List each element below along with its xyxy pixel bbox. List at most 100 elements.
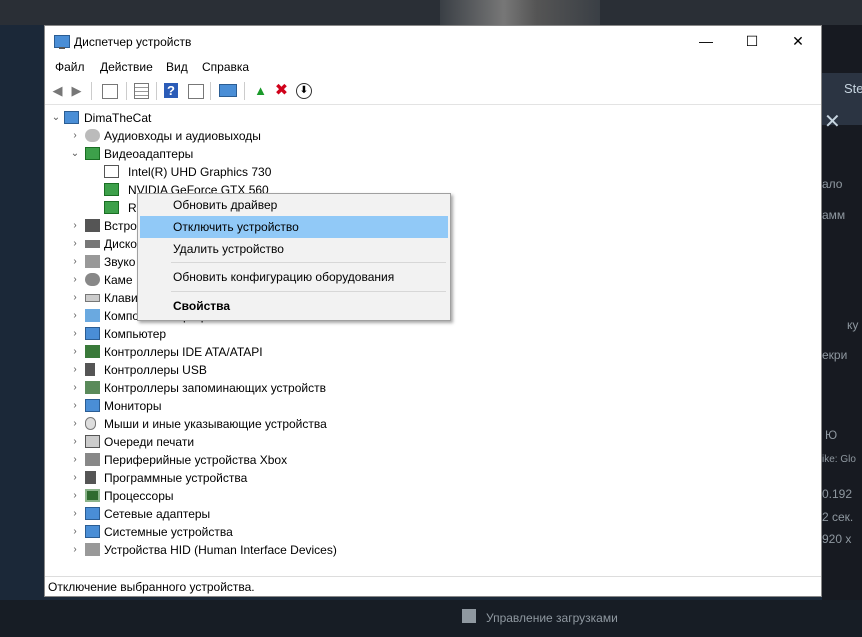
background-app-topbar [0, 0, 862, 25]
chevron-right-icon[interactable]: › [70, 397, 80, 415]
tree-category-label: Контроллеры запоминающих устройств [104, 381, 326, 395]
ide-controller-icon [85, 345, 100, 358]
tree-device-label: Intel(R) UHD Graphics 730 [128, 165, 272, 179]
menu-item-disable-device[interactable]: Отключить устройство [140, 216, 448, 238]
chevron-right-icon[interactable]: › [70, 523, 80, 541]
printer-icon [85, 435, 100, 448]
chevron-right-icon[interactable]: › [70, 469, 80, 487]
tree-category-label: Видеоадаптеры [104, 147, 194, 161]
list-icon[interactable] [134, 83, 149, 99]
chevron-right-icon[interactable]: › [70, 307, 80, 325]
firmware-icon [85, 219, 100, 232]
forward-icon[interactable]: ▶ [68, 82, 85, 99]
chevron-right-icon[interactable]: › [70, 433, 80, 451]
display-adapter-disabled-icon [104, 165, 119, 178]
chevron-right-icon[interactable]: › [70, 289, 80, 307]
tree-root-label: DimaTheCat [84, 111, 152, 125]
chevron-right-icon[interactable]: › [70, 487, 80, 505]
title-bar[interactable]: Диспетчер устройств — ☐ ✕ [45, 26, 821, 57]
status-bar: Отключение выбранного устройства. [45, 576, 821, 597]
network-adapter-icon [85, 507, 100, 520]
chevron-right-icon[interactable]: › [70, 271, 80, 289]
minimize-button[interactable]: — [683, 26, 729, 57]
menu-item-scan-hardware[interactable]: Обновить конфигурацию оборудования [140, 266, 448, 288]
chevron-right-icon[interactable]: › [70, 451, 80, 469]
background-text: екри [822, 348, 848, 362]
menu-file[interactable]: Файл [55, 60, 85, 74]
chevron-right-icon[interactable]: › [70, 127, 80, 145]
chevron-right-icon[interactable]: › [70, 343, 80, 361]
update-driver-icon[interactable]: ▲ [252, 82, 269, 99]
chevron-down-icon[interactable]: ⌄ [51, 109, 61, 127]
download-icon[interactable] [462, 609, 476, 623]
background-text: ike: Glo [822, 454, 856, 465]
back-icon[interactable]: ◀ [49, 82, 66, 99]
chevron-right-icon[interactable]: › [70, 253, 80, 271]
background-text: ало [822, 177, 843, 191]
tree-category-label: Звуко [104, 255, 136, 269]
audio-icon [85, 129, 100, 142]
chevron-right-icon[interactable]: › [70, 541, 80, 559]
menu-separator [171, 262, 446, 263]
tree-category-label: Устройства HID (Human Interface Devices) [104, 543, 337, 557]
computer-icon [64, 111, 79, 124]
downloads-link[interactable]: Управление загрузками [486, 611, 618, 625]
chevron-right-icon[interactable]: › [70, 235, 80, 253]
menu-separator [171, 291, 446, 292]
menu-view[interactable]: Вид [166, 60, 188, 74]
tree-category-label: Периферийные устройства Xbox [104, 453, 288, 467]
menu-item-properties[interactable]: Свойства [140, 295, 448, 317]
background-image [440, 0, 600, 25]
xbox-peripheral-icon [85, 453, 100, 466]
close-button[interactable]: ✕ [775, 26, 821, 57]
chevron-right-icon[interactable]: › [70, 379, 80, 397]
device-manager-icon [54, 35, 70, 49]
hid-icon [85, 543, 100, 556]
background-text: амм [822, 208, 846, 222]
menu-action[interactable]: Действие [100, 60, 153, 74]
chevron-right-icon[interactable]: › [70, 217, 80, 235]
storage-controller-icon [85, 381, 100, 394]
camera-icon [85, 273, 100, 286]
disk-icon [85, 240, 100, 248]
tree-category-label: Сетевые адаптеры [104, 507, 211, 521]
software-component-icon [85, 309, 100, 322]
tree-category-label: Диско [104, 237, 137, 251]
background-close-icon[interactable]: ✕ [824, 109, 841, 134]
menu-item-update-driver[interactable]: Обновить драйвер [140, 194, 448, 216]
chevron-right-icon[interactable]: › [70, 505, 80, 523]
software-device-icon [85, 471, 96, 484]
properties-icon[interactable] [102, 84, 118, 99]
tree-category-label: Процессоры [104, 489, 174, 503]
mouse-icon [85, 417, 96, 430]
help-icon[interactable]: ? [164, 83, 178, 98]
background-text: 920 x [822, 532, 852, 546]
display-adapter-icon [104, 183, 119, 196]
menu-help[interactable]: Справка [202, 60, 249, 74]
tree-category-label: Мыши и иные указывающие устройства [104, 417, 327, 431]
maximize-button[interactable]: ☐ [729, 26, 775, 57]
background-text: 0.192 [822, 487, 853, 501]
menu-item-uninstall-device[interactable]: Удалить устройство [140, 238, 448, 260]
monitor-icon [85, 399, 100, 412]
view-icon[interactable] [188, 84, 204, 99]
remove-icon[interactable]: ✖ [273, 82, 290, 99]
chevron-right-icon[interactable]: › [70, 325, 80, 343]
disable-icon[interactable]: ⬇ [296, 83, 312, 99]
tree-category-label: Каме [104, 273, 133, 287]
tree-category-label: Системные устройства [104, 525, 233, 539]
monitor-icon[interactable] [219, 84, 237, 97]
tree-category-label: Контроллеры USB [104, 363, 207, 377]
tree-category-label: Мониторы [104, 399, 162, 413]
chevron-right-icon[interactable]: › [70, 415, 80, 433]
toolbar: ◀ ▶ ? ▲ ✖ ⬇ [45, 78, 821, 105]
sound-icon [85, 255, 100, 268]
device-tree: ⌄ DimaTheCat › Аудиовходы и аудиовыходы ⌄… [45, 105, 821, 575]
tree-category-label: Аудиовходы и аудиовыходы [104, 129, 261, 143]
background-text: ку [847, 318, 859, 332]
chevron-right-icon[interactable]: › [70, 361, 80, 379]
chevron-down-icon[interactable]: ⌄ [70, 145, 80, 163]
display-adapter-icon [85, 147, 100, 160]
tree-category-label: Программные устройства [104, 471, 248, 485]
tree-category-label: Контроллеры IDE ATA/ATAPI [104, 345, 263, 359]
